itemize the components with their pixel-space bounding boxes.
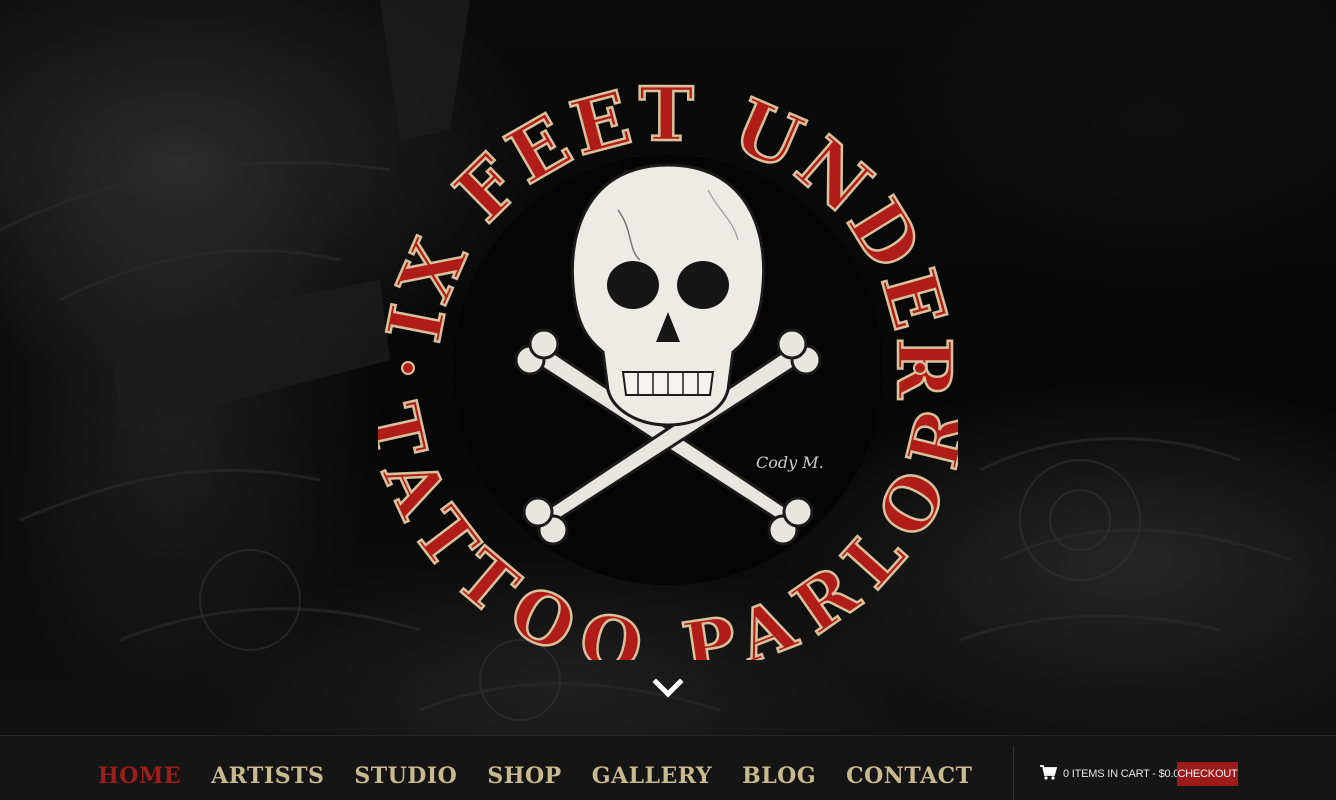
shopping-cart-icon	[1040, 764, 1057, 780]
nav-item-contact[interactable]: CONTACT	[846, 749, 972, 789]
cart-summary[interactable]: 0 ITEMS IN CART - $0.00	[1040, 762, 1185, 786]
nav-item-home[interactable]: HOME	[98, 749, 181, 789]
nav-item-studio[interactable]: STUDIO	[354, 749, 457, 789]
page: SIX FEET UNDER TATTOO PARLOR	[0, 0, 1336, 800]
hero-section: SIX FEET UNDER TATTOO PARLOR	[0, 0, 1336, 735]
logo-right-dot	[913, 361, 927, 375]
nav-item-artists[interactable]: ARTISTS	[211, 749, 324, 789]
cart-text: 0 ITEMS IN CART - $0.00	[1063, 768, 1186, 780]
artist-signature: Cody M.	[756, 453, 824, 472]
main-navbar: HOME ARTISTS STUDIO SHOP GALLERY BLOG CO…	[0, 735, 1336, 800]
checkout-button[interactable]: CHECKOUT	[1177, 762, 1238, 786]
nav-divider	[1013, 746, 1014, 800]
nav-item-shop[interactable]: SHOP	[487, 749, 561, 789]
six-feet-under-logo: SIX FEET UNDER TATTOO PARLOR	[378, 80, 958, 660]
logo-left-dot	[401, 361, 415, 375]
chevron-down-icon[interactable]	[652, 676, 684, 700]
nav-menu: HOME ARTISTS STUDIO SHOP GALLERY BLOG CO…	[98, 736, 1003, 800]
nav-item-gallery[interactable]: GALLERY	[592, 749, 712, 789]
nav-item-blog[interactable]: BLOG	[742, 749, 816, 789]
